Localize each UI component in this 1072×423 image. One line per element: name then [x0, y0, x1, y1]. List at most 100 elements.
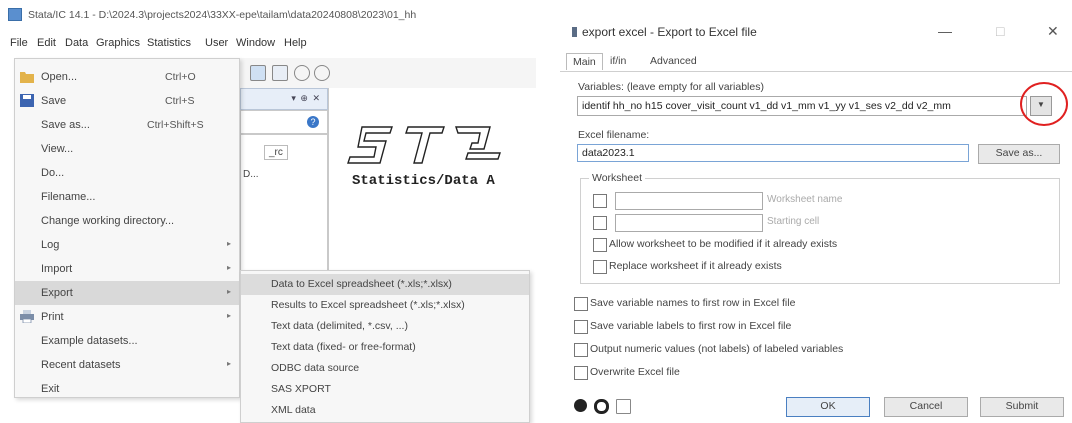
menu-item-print[interactable]: Print ▸ [15, 305, 239, 329]
data-editor-icon[interactable] [314, 65, 330, 81]
submenu-arrow-icon: ▸ [226, 239, 231, 248]
tab-divider [560, 71, 1072, 72]
tab-advanced[interactable]: Advanced [644, 53, 703, 69]
menu-item-label: Import [41, 263, 73, 275]
variables-input[interactable]: identif hh_no h15 cover_visit_count v1_d… [577, 96, 1027, 116]
ok-button[interactable]: OK [786, 397, 870, 417]
menu-item-label: Recent datasets [41, 359, 121, 371]
starting-cell-checkbox[interactable] [593, 216, 607, 230]
window-title: Stata/IC 14.1 - D:\2024.3\projects2024\3… [28, 9, 417, 21]
menu-edit[interactable]: Edit [37, 37, 56, 49]
dialog-title: export excel - Export to Excel file [582, 25, 757, 39]
menu-window[interactable]: Window [236, 37, 275, 49]
menu-item-recent-datasets[interactable]: Recent datasets ▸ [15, 353, 239, 377]
stata-titlebar: Stata/IC 14.1 - D:\2024.3\projects2024\3… [0, 0, 536, 30]
worksheet-name-checkbox[interactable] [593, 194, 607, 208]
worksheet-group: Worksheet Worksheet name Starting cell A… [580, 172, 1060, 284]
printer-icon [20, 310, 34, 323]
toolbar [240, 58, 536, 88]
cancel-button[interactable]: Cancel [884, 397, 968, 417]
reset-icon[interactable] [594, 399, 609, 414]
excel-filename-input[interactable]: data2023.1 [577, 144, 969, 162]
overwrite-excel-checkbox[interactable] [574, 366, 588, 380]
menu-item-save-as[interactable]: Save as... Ctrl+Shift+S [15, 113, 239, 137]
submenu-item-label: ODBC data source [271, 362, 360, 374]
help-icon[interactable] [574, 399, 587, 412]
dialog-tabs: Main if/in Advanced [560, 50, 1072, 72]
output-numeric-checkbox[interactable] [574, 343, 588, 357]
menu-data[interactable]: Data [65, 37, 88, 49]
submenu-item-results-to-excel[interactable]: Results to Excel spreadsheet (*.xls;*.xl… [241, 295, 529, 316]
tab-main[interactable]: Main [566, 53, 603, 70]
viewer-icon[interactable] [250, 65, 266, 81]
minimize-icon[interactable]: — [938, 23, 952, 39]
menu-item-import[interactable]: Import ▸ [15, 257, 239, 281]
panel-pin-icon[interactable]: ▾ ⊕ ✕ [291, 93, 321, 104]
menu-graphics[interactable]: Graphics [96, 37, 140, 49]
dialog-app-icon [572, 27, 577, 37]
variables-panel-header: ▾ ⊕ ✕ [240, 88, 328, 110]
stata-logo [347, 126, 501, 164]
menu-item-save[interactable]: Save Ctrl+S [15, 89, 239, 113]
submenu-item-label: Data to Excel spreadsheet (*.xls;*.xlsx) [271, 278, 452, 290]
output-numeric-label: Output numeric values (not labels) of la… [590, 343, 844, 355]
variables-list: _rc D... [240, 134, 328, 289]
submenu-item-data-to-excel[interactable]: Data to Excel spreadsheet (*.xls;*.xlsx) [241, 274, 529, 295]
dialog-button-bar: OK Cancel Submit [560, 392, 1072, 423]
graph-icon[interactable] [272, 65, 288, 81]
starting-cell-hint: Starting cell [767, 216, 820, 227]
save-var-names-label: Save variable names to first row in Exce… [590, 297, 796, 309]
close-icon[interactable]: ✕ [1047, 23, 1059, 40]
submenu-item-odbc[interactable]: ODBC data source [241, 358, 529, 379]
save-var-names-checkbox[interactable] [574, 297, 588, 311]
menu-item-do[interactable]: Do... [15, 161, 239, 185]
do-file-icon[interactable] [294, 65, 310, 81]
allow-modify-checkbox[interactable] [593, 238, 607, 252]
replace-worksheet-checkbox[interactable] [593, 260, 607, 274]
variables-filter[interactable]: ? [240, 110, 328, 134]
menu-file[interactable]: File [10, 37, 28, 49]
submenu-item-xml[interactable]: XML data [241, 400, 529, 421]
menu-item-label: Save [41, 95, 67, 107]
variable-item[interactable]: _rc [264, 145, 288, 160]
menu-item-label: View... [41, 143, 74, 155]
save-var-labels-checkbox[interactable] [574, 320, 588, 334]
submenu-item-text-fixed[interactable]: Text data (fixed- or free-format) [241, 337, 529, 358]
variable-item[interactable]: D... [243, 169, 259, 180]
menu-item-change-directory[interactable]: Change working directory... [15, 209, 239, 233]
menu-item-exit[interactable]: Exit [15, 377, 239, 401]
menu-item-shortcut: Ctrl+Shift+S [147, 119, 204, 131]
save-as-button[interactable]: Save as... [978, 144, 1060, 164]
menu-item-label: Filename... [41, 191, 96, 203]
menu-item-export[interactable]: Export ▸ [15, 281, 239, 305]
worksheet-name-hint: Worksheet name [767, 194, 843, 205]
submenu-item-sas-xport[interactable]: SAS XPORT [241, 379, 529, 400]
menu-item-example-datasets[interactable]: Example datasets... [15, 329, 239, 353]
tab-if-in[interactable]: if/in [604, 53, 632, 69]
save-var-labels-label: Save variable labels to first row in Exc… [590, 320, 792, 332]
menu-help[interactable]: Help [284, 37, 307, 49]
menu-item-filename[interactable]: Filename... [15, 185, 239, 209]
maximize-icon[interactable]: □ [996, 23, 1004, 39]
submenu-item-label: Text data (delimited, *.csv, ...) [271, 320, 408, 332]
starting-cell-input[interactable] [615, 214, 763, 232]
submenu-arrow-icon: ▸ [226, 359, 231, 368]
menu-item-open[interactable]: Open... Ctrl+O [15, 65, 239, 89]
menu-item-log[interactable]: Log ▸ [15, 233, 239, 257]
menu-item-label: Do... [41, 167, 65, 179]
open-folder-icon [20, 72, 34, 83]
copy-command-icon[interactable] [616, 399, 631, 414]
submit-button[interactable]: Submit [980, 397, 1064, 417]
submenu-item-text-delimited[interactable]: Text data (delimited, *.csv, ...) [241, 316, 529, 337]
worksheet-name-input[interactable] [615, 192, 763, 210]
allow-modify-label: Allow worksheet to be modified if it alr… [609, 238, 838, 250]
submenu-item-label: Text data (fixed- or free-format) [271, 341, 416, 353]
menu-item-view[interactable]: View... [15, 137, 239, 161]
highlight-circle [1020, 82, 1068, 126]
menu-user[interactable]: User [205, 37, 228, 49]
help-icon[interactable]: ? [307, 116, 319, 128]
submenu-arrow-icon: ▸ [226, 311, 231, 320]
excel-filename-value: data2023.1 [582, 147, 635, 159]
menu-statistics[interactable]: Statistics [147, 37, 191, 49]
excel-filename-label: Excel filename: [578, 129, 650, 141]
